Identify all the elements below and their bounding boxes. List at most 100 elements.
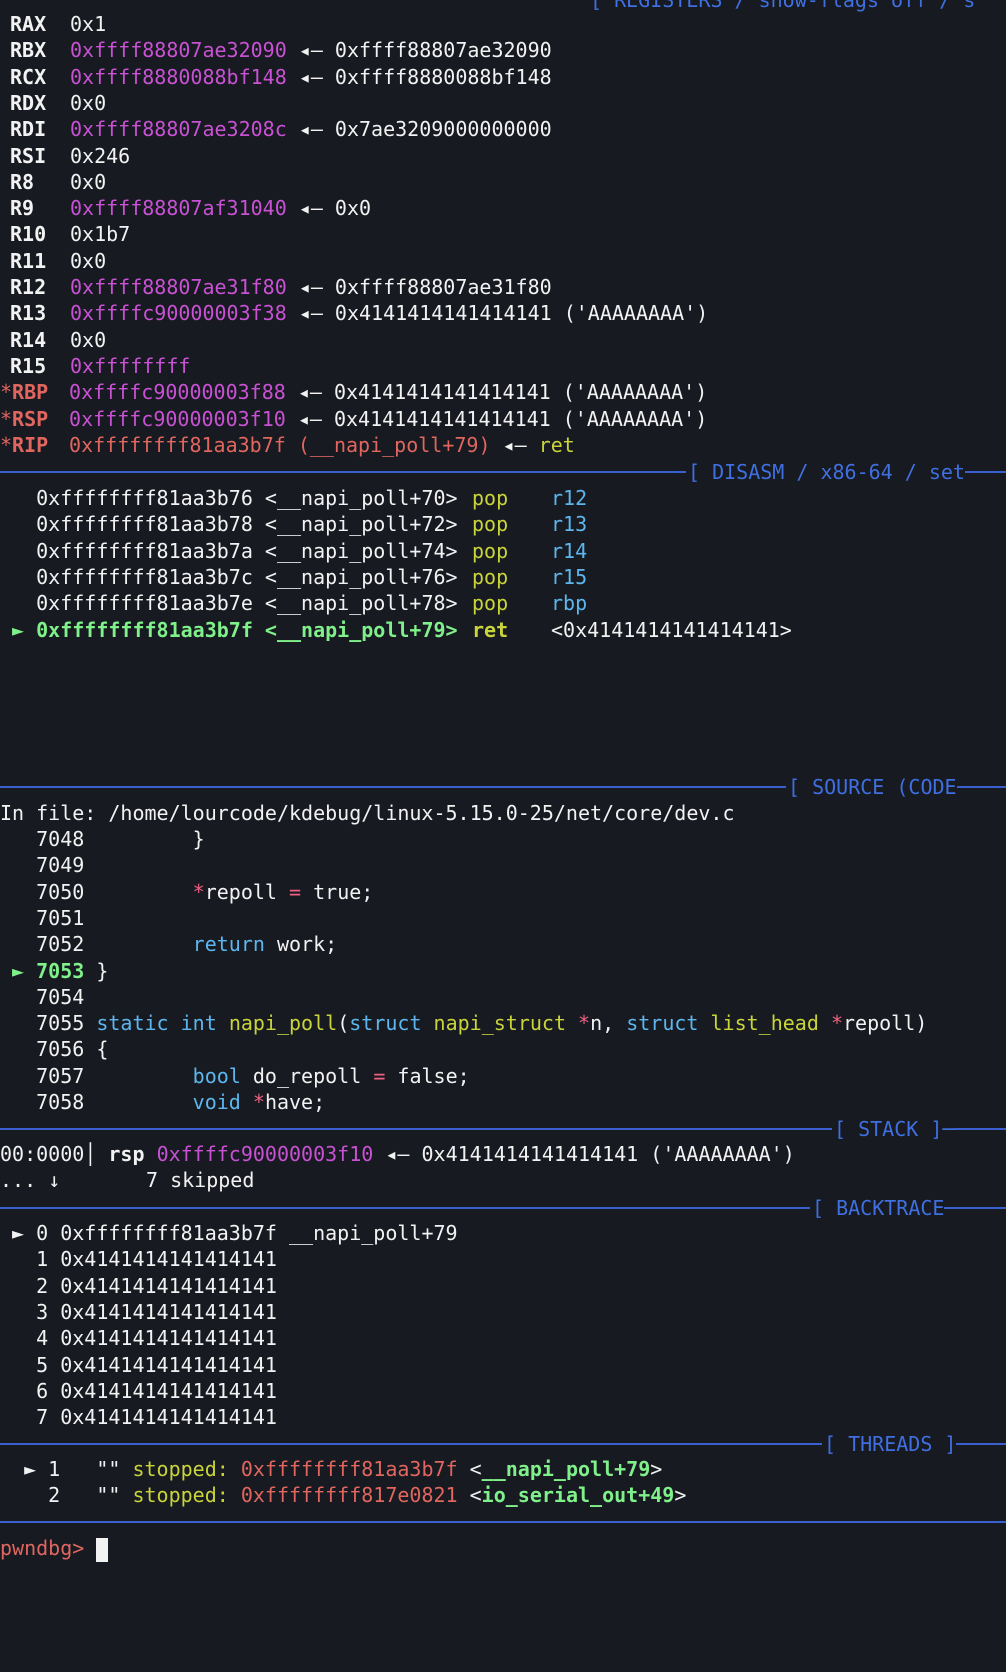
frame-index: 0 [36,1221,61,1245]
disasm-mnemonic: pop [472,512,509,537]
deref-arrow: ◂— [286,117,335,142]
frame-address: 0x4141414141414141 [60,1247,277,1272]
register-deref: ret [538,432,575,457]
thread-state: stopped: [132,1483,241,1508]
current-marker [0,1011,36,1035]
current-marker [0,906,36,930]
source-code: static int napi_poll(struct napi_struct … [96,1011,928,1036]
register-name: R8 [10,169,35,194]
register-row: R9 0xffff88807af31040 ◂— 0x0 [10,194,371,222]
register-name: R9 [10,196,35,221]
source-code: bool do_repoll = false; [192,1063,470,1088]
current-marker [0,1274,36,1298]
text-cursor[interactable] [96,1537,109,1562]
source-line: 7055 static int napi_poll(struct napi_st… [0,1009,927,1037]
source-file-path: In file: /home/lourcode/kdebug/linux-5.1… [0,799,735,827]
thread-name: "" [96,1457,133,1481]
register-row: RBX 0xffff88807ae32090 ◂— 0xffff88807ae32… [10,36,552,64]
frame-index: 2 [36,1273,61,1298]
source-code: void *have; [192,1090,326,1114]
register-deref: 0xffff8880088bf148 [334,64,552,89]
disasm-symbol: <__napi_poll+74> [264,538,458,563]
source-line: 7050 *repoll = true; [0,878,373,906]
source-code: } [192,827,205,851]
frame-address: 0x4141414141414141 [60,1378,277,1403]
skip-text: 7 skipped [146,1168,255,1192]
register-row: R13 0xffffc90000003f38 ◂— 0x4141414141414… [10,299,708,327]
source-line-number: 7049 [36,853,85,878]
register-name: RSP [12,406,49,431]
disasm-row: 0xffffffff81aa3b7a <__napi_poll+74> pop r1… [0,537,587,565]
deref-arrow: ◂— [490,432,539,457]
register-deref: 0x7ae3209000000000 [334,117,552,142]
disasm-mnemonic: ret [472,617,509,642]
disasm-row: 0xffffffff81aa3b76 <__napi_poll+70> pop r1… [0,484,587,512]
source-line: 7049 [0,851,96,879]
disasm-operand: r13 [551,512,588,537]
register-row: *RSP 0xffffc90000003f10 ◂— 0x414141414141… [0,405,707,433]
register-row: RSI 0x246 [10,142,130,170]
bracket: < [469,1483,482,1508]
source-line: 7054 [0,983,96,1011]
prompt-divider [0,1521,1006,1523]
register-row: R8 0x0 [10,168,106,196]
register-value: 0xffff88807ae32090 [70,38,287,63]
deref-arrow: ◂— [285,380,334,405]
source-code: *repoll = true; [192,879,374,904]
register-row: RDX 0x0 [10,89,106,117]
disasm-mnemonic: pop [472,591,509,616]
deref-arrow: ◂— [286,38,335,63]
current-marker: ► [0,958,37,983]
source-line: 7052 return work; [0,930,337,958]
register-row: R10 0x1b7 [10,220,130,248]
source-line: 7057 bool do_repoll = false; [0,1062,470,1090]
disasm-operand: r14 [551,538,588,563]
register-string: ('AAAAAAAA') [550,406,708,431]
register-value: 0xffff88807ae31f80 [70,275,287,299]
source-line-number: 7052 [36,932,85,957]
frame-index: 7 [36,1405,61,1430]
disasm-row: 0xffffffff81aa3b78 <__napi_poll+72> pop r1… [0,510,587,538]
register-row: *RIP 0xffffffff81aa3b7f (__napi_poll+79) … [0,431,575,459]
thread-row: 2 "" stopped: 0xffffffff817e0821 <io_ser… [0,1481,686,1509]
register-value: 0x0 [70,169,107,194]
register-deref: 0x4141414141414141 [333,380,551,405]
disasm-symbol: <__napi_poll+70> [264,486,458,510]
stack-register: rsp [108,1142,145,1166]
bracket: < [469,1457,482,1481]
current-marker [0,486,36,510]
disasm-address: 0xffffffff81aa3b78 [36,512,265,537]
changed-marker: * [0,406,13,431]
source-line-number: 7051 [36,905,85,930]
disasm-address: 0xffffffff81aa3b76 [36,486,265,510]
thread-address: 0xffffffff81aa3b7f [240,1457,470,1481]
register-deref: 0x4141414141414141 [333,406,551,431]
current-marker [0,591,36,615]
deref-arrow: ◂— [286,64,335,89]
register-row: R12 0xffff88807ae31f80 ◂— 0xffff88807ae31… [10,273,552,301]
changed-marker: * [0,432,13,457]
disasm-address: 0xffffffff81aa3b7c [36,564,265,589]
source-code: return work; [192,932,338,957]
source-line: ► 7053 } [0,957,108,985]
frame-address: 0xffffffff81aa3b7f [60,1221,277,1245]
backtrace-row: 6 0x4141414141414141 [0,1377,277,1405]
current-marker: ► [0,1221,37,1245]
bracket: > [674,1483,687,1508]
frame-symbol: __napi_poll+79 [276,1221,458,1245]
command-prompt[interactable]: pwndbg> [0,1534,109,1562]
register-value: 0x0 [70,90,107,115]
register-value: 0x1b7 [70,222,131,247]
current-marker [0,1483,48,1507]
stack-string: ('AAAAAAAA') [638,1142,795,1166]
disasm-header: [ DISASM / x86-64 / set [686,458,965,486]
register-row: R14 0x0 [10,326,106,354]
register-name: R11 [10,248,47,273]
